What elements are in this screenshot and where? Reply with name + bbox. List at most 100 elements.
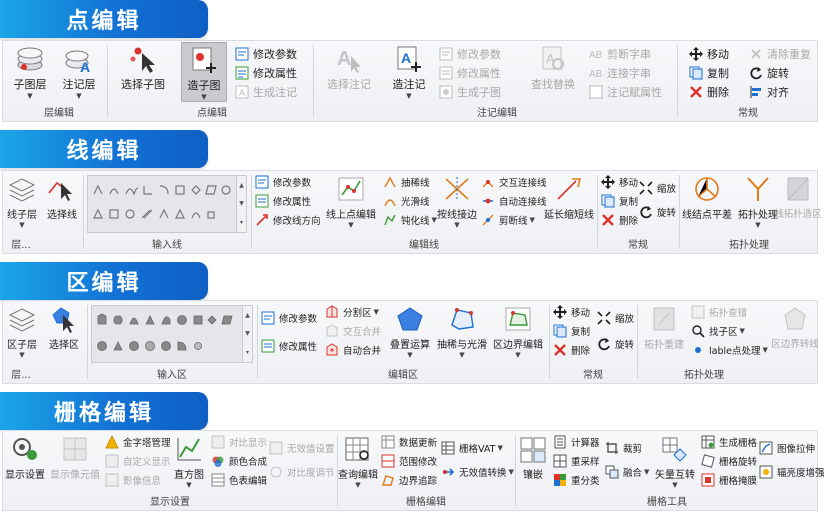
invalid-convert-button[interactable]: 无效值转换 ▼	[441, 463, 514, 481]
line-copy-button[interactable]: 复制	[601, 192, 638, 210]
clear-dup-button[interactable]: 清除重复	[749, 45, 811, 63]
select-note-button[interactable]: A 选择注记	[321, 45, 377, 92]
resample-button[interactable]: 重采样	[553, 452, 600, 470]
line-rotate-button[interactable]: 旋转	[639, 203, 676, 221]
note-attr-button[interactable]: 注记赋属性	[589, 83, 662, 101]
thin-line-button[interactable]: 抽稀线	[383, 173, 430, 191]
topo-process-button[interactable]: 拓扑处理 ▼	[737, 175, 779, 229]
delete-button[interactable]: 删除	[689, 83, 729, 101]
gen-raster-button[interactable]: 生成栅格	[701, 433, 757, 451]
topo-check-button[interactable]: 拓扑查错	[691, 303, 747, 321]
raster-rotate-button[interactable]: 栅格旋转	[701, 452, 757, 470]
contrast-adjust-button[interactable]: 对比度调节	[269, 463, 335, 481]
extend-short-button[interactable]: 延长缩短线	[544, 175, 594, 221]
input-area-gallery[interactable]: ▲ ▼ ▾	[91, 305, 253, 363]
rotate-button[interactable]: 旋转	[749, 64, 789, 82]
align-button[interactable]: 对齐	[749, 83, 789, 101]
raster-vat-button[interactable]: 栅格VAT ▼	[441, 439, 503, 457]
area-scale-button[interactable]: 缩放	[597, 309, 634, 327]
area-edit-tab[interactable]: 区编辑	[0, 262, 208, 300]
merge-button[interactable]: 融合 ▼	[605, 463, 649, 481]
note-modify-attr-button[interactable]: 修改属性	[439, 64, 501, 82]
point-edit-tab[interactable]: 点编辑	[0, 0, 208, 38]
auto-merge-button[interactable]: 自动合并	[325, 341, 381, 359]
raster-edit-tab[interactable]: 栅格编辑	[0, 392, 208, 430]
area-copy-button[interactable]: 复制	[553, 322, 590, 340]
select-area-button[interactable]: 选择区	[45, 305, 83, 351]
area-layer-button[interactable]: 区子层 ▼	[5, 305, 39, 359]
gen-sub-button[interactable]: 生成子图	[439, 83, 501, 101]
simplify-line-button[interactable]: 钝化线 ▼	[383, 211, 437, 229]
histogram-button[interactable]: 直方图 ▼	[171, 435, 207, 489]
line-move-button[interactable]: 移动	[601, 173, 638, 191]
modify-dir-button[interactable]: 修改线方向	[255, 211, 321, 229]
gen-note-button[interactable]: A 生成注记	[235, 83, 297, 101]
select-sub-button[interactable]: 选择子图	[115, 45, 171, 92]
pyramid-button[interactable]: 金字塔管理	[105, 433, 171, 451]
line-scale-button[interactable]: 缩放	[639, 179, 676, 197]
line-layer-button[interactable]: 线子层 ▼	[5, 175, 39, 229]
select-line-button[interactable]: 选择线	[45, 175, 79, 221]
topo-rebuild-button[interactable]: 拓扑重建	[641, 305, 687, 351]
color-table-button[interactable]: 色表编辑	[211, 471, 267, 489]
thin-smooth-button[interactable]: 抽稀与光滑 ▼	[437, 305, 487, 359]
calculator-button[interactable]: 计算器	[553, 433, 600, 451]
split-area-button[interactable]: 分割区 ▼	[325, 303, 379, 321]
smooth-line-button[interactable]: 光滑线	[383, 192, 430, 210]
line-modify-attr-button[interactable]: 修改属性	[255, 192, 311, 210]
cut-line-button[interactable]: 剪断线 ▼	[481, 211, 535, 229]
line-edit-tab[interactable]: 线编辑	[0, 130, 208, 168]
node-balance-button[interactable]: 线结点平差	[681, 175, 733, 221]
cut-str-button[interactable]: AB 剪断字串	[589, 45, 651, 63]
note-layer-button[interactable]: A 注记层 ▼	[57, 45, 101, 100]
raster-mask-button[interactable]: 栅格掩膜	[701, 471, 757, 489]
boundary-edit-button[interactable]: 区边界编辑 ▼	[493, 305, 543, 359]
lable-process-button[interactable]: lable点处理 ▼	[691, 341, 768, 359]
area-delete-button[interactable]: 删除	[553, 341, 590, 359]
topo-make-area-button[interactable]: 线拓扑造区	[774, 175, 822, 220]
custom-display-button[interactable]: 自定义显示	[105, 452, 171, 470]
area-rotate-button[interactable]: 旋转	[597, 335, 634, 353]
find-replace-button[interactable]: A 查找替换	[525, 45, 581, 92]
brightness-contrast-button[interactable]: 辐亮度增强	[759, 463, 825, 481]
modify-param-button[interactable]: 修改参数	[235, 45, 297, 63]
mosaic-button[interactable]: 镶嵌	[517, 435, 549, 481]
make-sub-button[interactable]: 造子图 ▼	[181, 42, 227, 102]
input-line-gallery[interactable]: ▲ ▼ ▾	[87, 175, 247, 233]
interactive-join-button[interactable]: 交互连接线	[481, 173, 547, 191]
vector-convert-button[interactable]: 矢量互转 ▼	[653, 435, 697, 489]
join-by-line-button[interactable]: 按线接边 ▼	[437, 175, 477, 229]
boundary-to-line-button[interactable]: 区边界转线	[771, 305, 819, 350]
area-modify-param-button[interactable]: 修改参数	[261, 309, 317, 327]
overlay-button[interactable]: 叠置运算 ▼	[387, 305, 433, 359]
find-sub-area-button[interactable]: 找子区 ▼	[691, 322, 745, 340]
make-note-button[interactable]: A 造注记 ▼	[387, 45, 431, 100]
data-update-button[interactable]: 数据更新	[381, 433, 437, 451]
show-pixel-button[interactable]: 显示像元值	[50, 435, 100, 481]
color-synth-button[interactable]: 颜色合成	[211, 452, 267, 470]
move-button[interactable]: 移动	[689, 45, 729, 63]
clip-button[interactable]: 裁剪	[605, 439, 642, 457]
gallery-scrollbar[interactable]: ▲ ▼ ▾	[242, 306, 252, 362]
area-move-button[interactable]: 移动	[553, 303, 590, 321]
area-modify-attr-button[interactable]: 修改属性	[261, 337, 317, 355]
auto-join-button[interactable]: 自动连接线	[481, 192, 547, 210]
note-modify-param-button[interactable]: 修改参数	[439, 45, 501, 63]
interactive-merge-button[interactable]: 交互合并	[325, 322, 381, 340]
line-delete-button[interactable]: 删除	[601, 211, 638, 229]
image-info-button[interactable]: 影像信息	[105, 471, 161, 489]
query-edit-button[interactable]: 查询编辑 ▼	[338, 435, 378, 489]
boundary-trace-button[interactable]: 边界追踪	[381, 471, 437, 489]
gallery-scrollbar[interactable]: ▲ ▼ ▾	[236, 176, 246, 232]
contrast-display-button[interactable]: 对比显示	[211, 433, 267, 451]
range-modify-button[interactable]: 范围修改	[381, 452, 437, 470]
reclassify-button[interactable]: 重分类	[553, 471, 600, 489]
display-settings-button[interactable]: 显示设置	[5, 435, 45, 481]
line-modify-param-button[interactable]: 修改参数	[255, 173, 311, 191]
image-stretch-button[interactable]: 图像拉伸	[759, 439, 815, 457]
sub-layer-button[interactable]: 子图层 ▼	[11, 45, 49, 100]
copy-button[interactable]: 复制	[689, 64, 729, 82]
modify-attr-button[interactable]: 修改属性	[235, 64, 297, 82]
invalid-value-button[interactable]: 无效值设置	[269, 439, 335, 457]
join-str-button[interactable]: AB 连接字串	[589, 64, 651, 82]
